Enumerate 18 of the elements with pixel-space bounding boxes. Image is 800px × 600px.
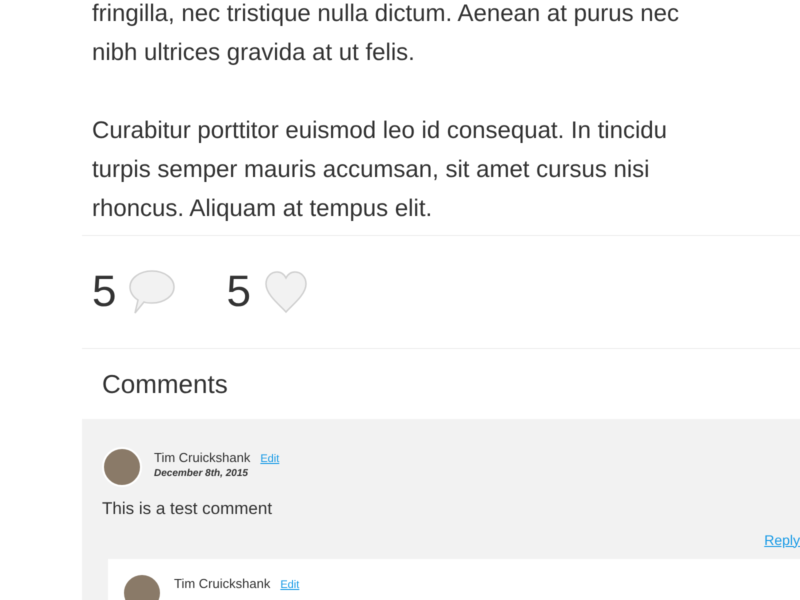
article-text-line: nibh ultrices gravida at ut felis. xyxy=(92,38,415,68)
author-name: Tim Cruickshank xyxy=(154,449,250,467)
article-text-line: rhoncus. Aliquam at tempus elit. xyxy=(92,194,432,224)
article-text-line: Curabitur porttitor euismod leo id consequat. In tincidu xyxy=(92,116,667,146)
heart-icon xyxy=(262,269,309,315)
count: 5 xyxy=(226,270,251,314)
edit-link[interactable]: Edit xyxy=(260,451,280,468)
speech-bubble-icon xyxy=(128,269,176,315)
comment-text: This is a test comment xyxy=(102,498,274,520)
avatar xyxy=(102,447,142,487)
comment-date: December 8th, 2015 xyxy=(154,468,249,480)
count: 5 xyxy=(92,270,116,314)
comments-heading: Comments xyxy=(102,368,228,400)
author-name: Tim Cruickshank xyxy=(174,574,270,592)
article-text-line: turpis semper mauris accumsan, sit amet cursus nisi xyxy=(92,155,650,185)
edit-link[interactable]: Edit xyxy=(280,576,300,593)
reply-link[interactable]: Reply xyxy=(764,530,800,550)
article-text-line: fringilla, nec tristique nulla dictum. Aenean at purus nec xyxy=(92,0,680,29)
